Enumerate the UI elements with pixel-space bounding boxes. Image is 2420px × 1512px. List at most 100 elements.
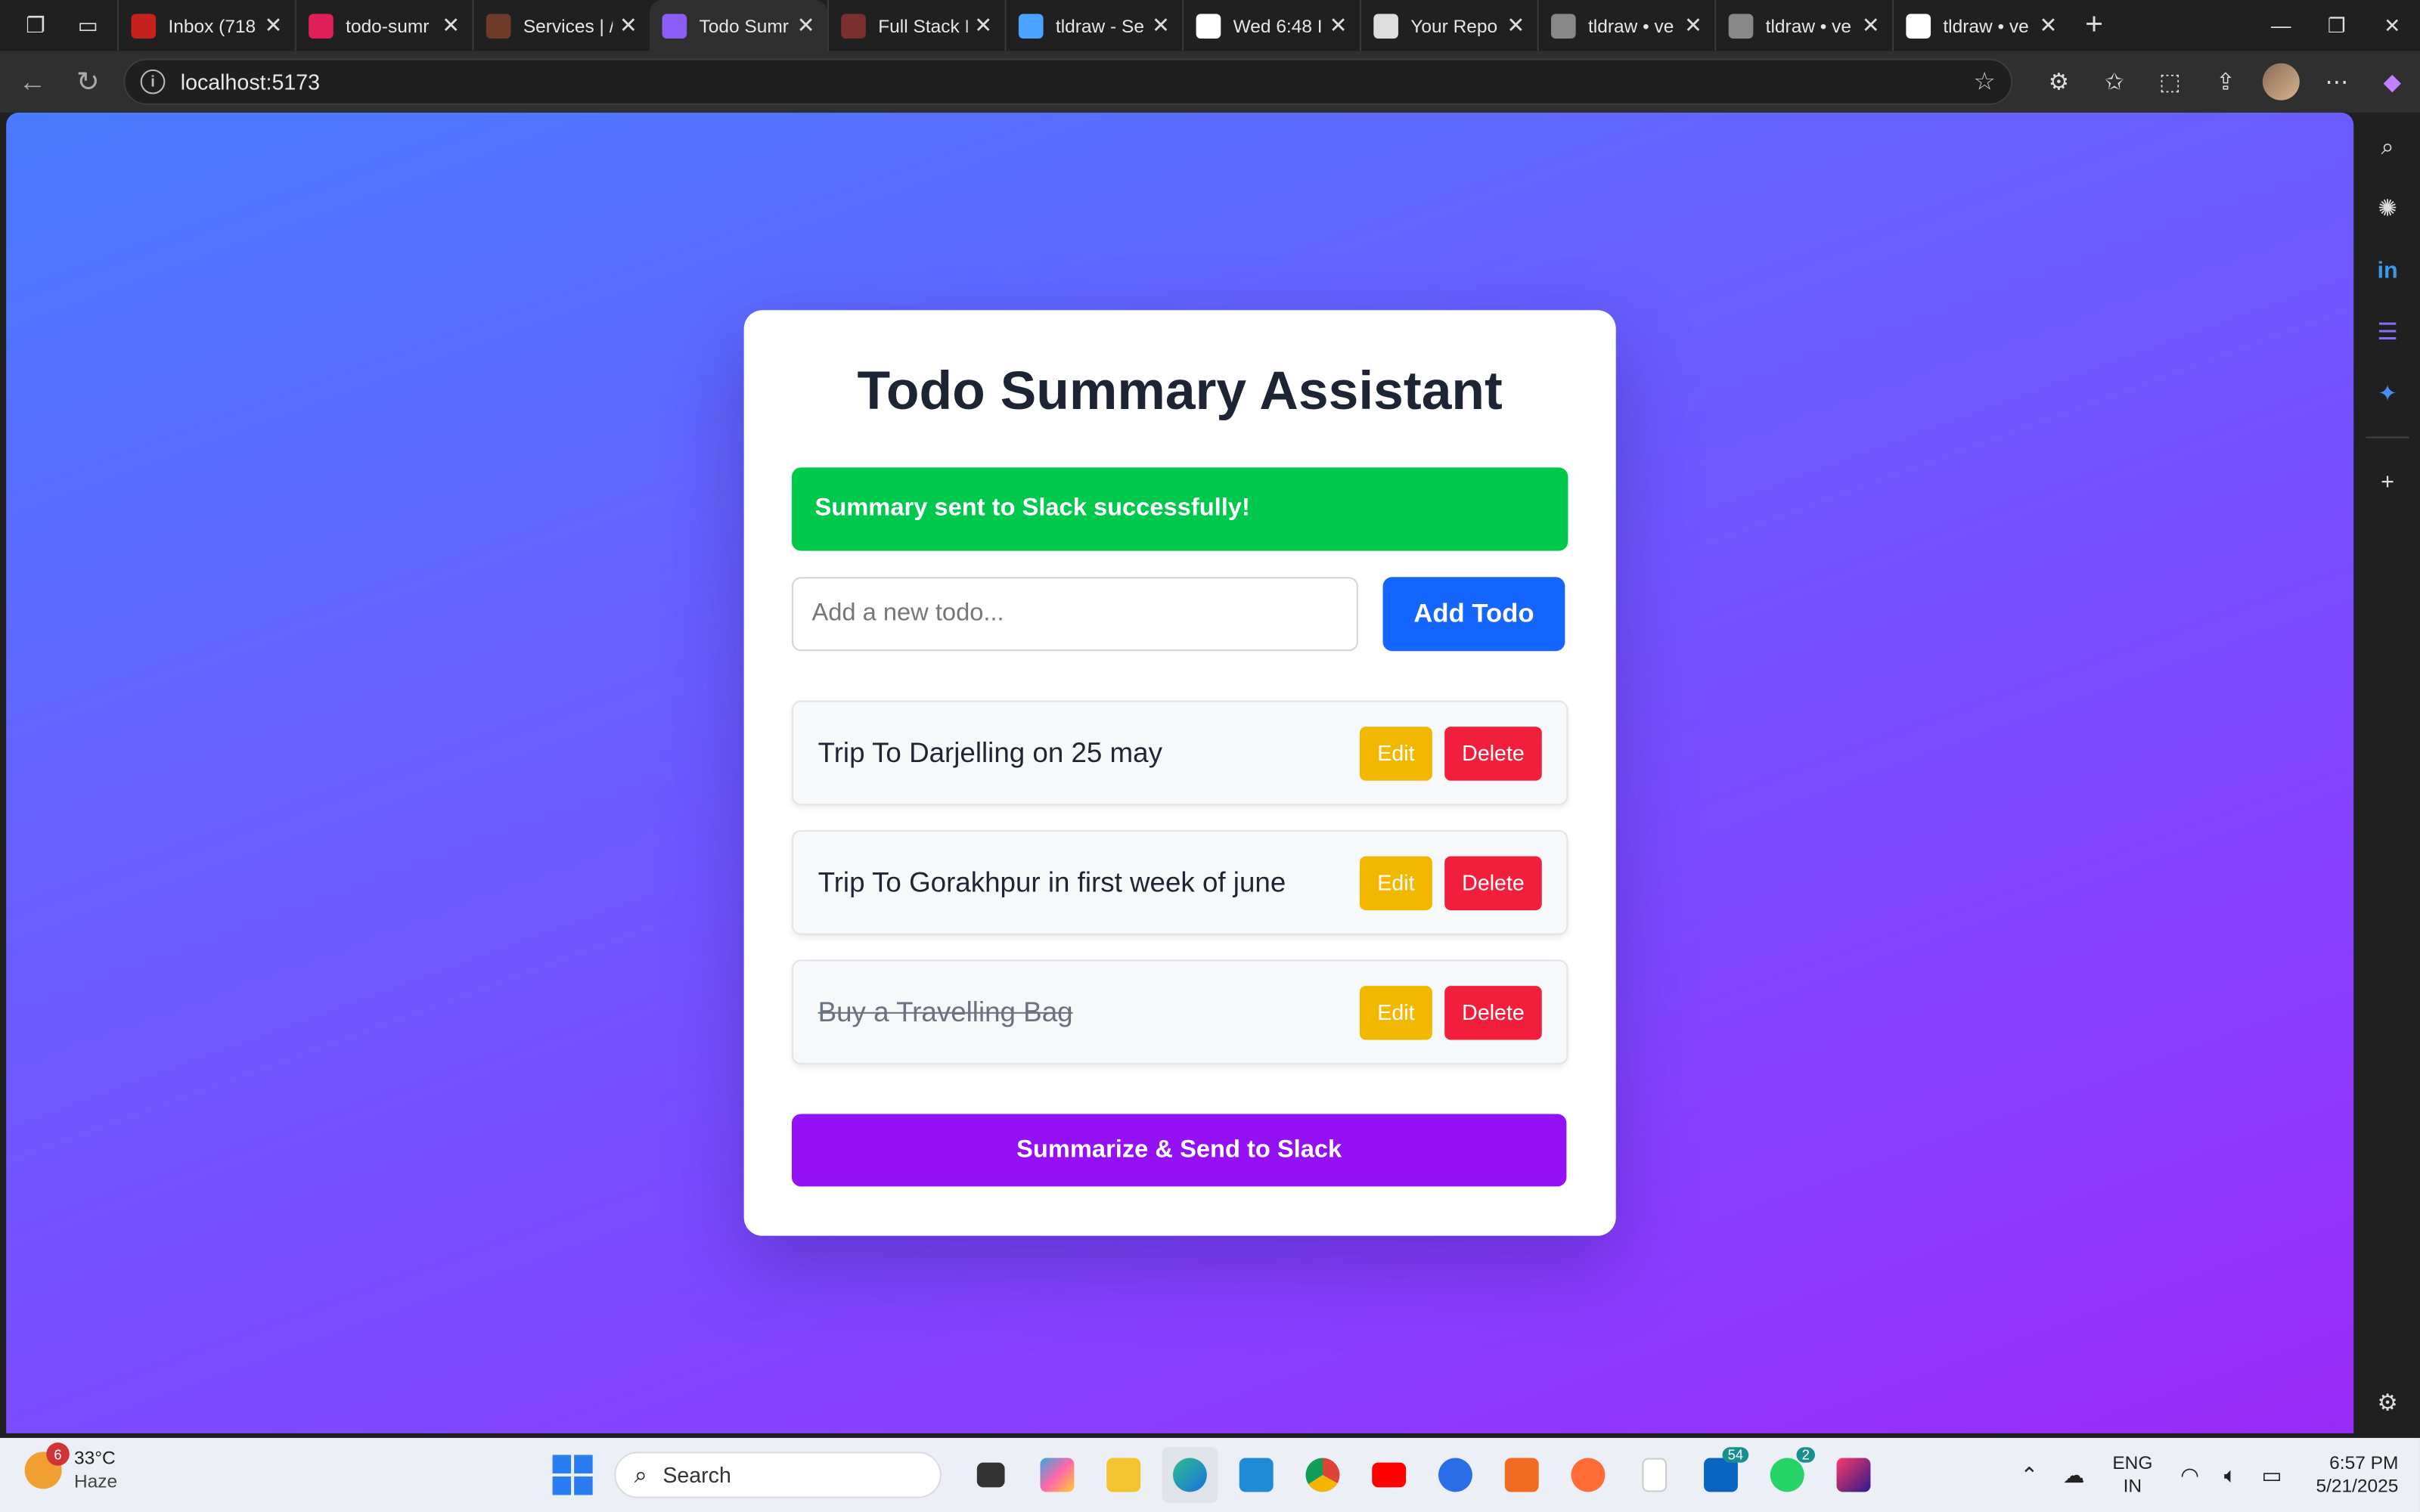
browser-tab[interactable]: Full Stack I ✕ bbox=[827, 0, 1005, 51]
todo-item: Trip To Darjelling on 25 may Edit Delete bbox=[791, 700, 1568, 806]
copilot-app-icon[interactable] bbox=[1028, 1447, 1084, 1502]
whatsapp-icon[interactable]: 2 bbox=[1758, 1447, 1814, 1502]
tab-close-icon[interactable]: ✕ bbox=[2039, 12, 2057, 39]
browser-tab[interactable]: Inbox (718 ✕ bbox=[117, 0, 295, 51]
browser-tab[interactable]: todo-sumr ✕ bbox=[294, 0, 473, 51]
language-indicator[interactable]: ENG IN bbox=[2112, 1452, 2152, 1498]
tab-close-icon[interactable]: ✕ bbox=[974, 12, 992, 39]
copilot-spark-icon[interactable]: ✦ bbox=[2355, 363, 2420, 425]
todo-text[interactable]: Trip To Gorakhpur in first week of june bbox=[818, 866, 1360, 899]
browser-tab[interactable]: tldraw - Se ✕ bbox=[1004, 0, 1183, 51]
browser-tab[interactable]: tldraw • ve ✕ bbox=[1537, 0, 1715, 51]
refresh-icon[interactable]: ↻ bbox=[65, 59, 111, 105]
postman-icon[interactable] bbox=[1559, 1447, 1615, 1502]
summarize-send-button[interactable]: Summarize & Send to Slack bbox=[791, 1114, 1567, 1187]
browser-tab[interactable]: Wed 6:48 I ✕ bbox=[1182, 0, 1360, 51]
weather-text: 33°C Haze bbox=[74, 1447, 117, 1493]
tab-close-icon[interactable]: ✕ bbox=[619, 12, 638, 39]
browser-tab[interactable]: tldraw • ve ✕ bbox=[1714, 0, 1892, 51]
delete-todo-button[interactable]: Delete bbox=[1444, 726, 1542, 780]
add-sidebar-app-icon[interactable]: + bbox=[2355, 451, 2420, 513]
address-bar[interactable]: i localhost:5173 ☆ bbox=[123, 58, 2013, 105]
todo-text[interactable]: Trip To Darjelling on 25 may bbox=[818, 736, 1360, 769]
postman-shape bbox=[1570, 1458, 1605, 1492]
tab-title: Wed 6:48 I bbox=[1233, 14, 1323, 36]
add-todo-button[interactable]: Add Todo bbox=[1382, 577, 1565, 652]
chevron-up-icon[interactable]: ⌃ bbox=[2020, 1462, 2038, 1489]
tab-title: Services | / bbox=[523, 14, 613, 36]
browser-tab[interactable]: Todo Sumr ✕ bbox=[650, 0, 827, 51]
site-info-icon[interactable]: i bbox=[140, 69, 166, 94]
clock[interactable]: 6:57 PM 5/21/2025 bbox=[2316, 1452, 2398, 1498]
browser-tab[interactable]: Services | / ✕ bbox=[472, 0, 650, 51]
back-icon[interactable]: ← bbox=[9, 59, 55, 105]
file-explorer-icon[interactable] bbox=[1095, 1447, 1150, 1502]
chatgpt-icon[interactable]: ✺ bbox=[2355, 178, 2420, 240]
taskbar-search[interactable]: ⌕ Search bbox=[614, 1452, 942, 1498]
chrome-icon[interactable] bbox=[1294, 1447, 1349, 1502]
edit-todo-button[interactable]: Edit bbox=[1359, 985, 1432, 1040]
todo-card: Todo Summary Assistant Summary sent to S… bbox=[743, 310, 1616, 1236]
youtube-icon[interactable] bbox=[1360, 1447, 1416, 1502]
tab-close-icon[interactable]: ✕ bbox=[1506, 12, 1525, 39]
xampp-icon[interactable] bbox=[1493, 1447, 1548, 1502]
tab-close-icon[interactable]: ✕ bbox=[1152, 12, 1170, 39]
tab-close-icon[interactable]: ✕ bbox=[442, 12, 460, 39]
delete-todo-button[interactable]: Delete bbox=[1444, 985, 1542, 1040]
profile-avatar[interactable] bbox=[2254, 59, 2309, 105]
edit-todo-button[interactable]: Edit bbox=[1359, 855, 1432, 910]
tab-close-icon[interactable]: ✕ bbox=[797, 12, 815, 39]
new-tab-button[interactable]: + bbox=[2085, 8, 2103, 43]
browser-tab[interactable]: Your Repo ✕ bbox=[1359, 0, 1537, 51]
outlook-icon[interactable]: 54 bbox=[1692, 1447, 1748, 1502]
tasks-icon[interactable]: ☰ bbox=[2355, 301, 2420, 363]
workspaces-icon[interactable]: ❐ bbox=[18, 8, 52, 42]
tab-title: Todo Sumr bbox=[699, 14, 789, 36]
delete-todo-button[interactable]: Delete bbox=[1444, 855, 1542, 910]
start-icon[interactable] bbox=[552, 1455, 593, 1495]
start-pane bbox=[574, 1455, 593, 1473]
edge-sidebar: ⌕ ✺ in ☰ ✦ + ⚙ bbox=[2355, 112, 2420, 1433]
onedrive-icon[interactable]: ☁ bbox=[2063, 1462, 2085, 1489]
tab-title: Inbox (718 bbox=[168, 14, 256, 36]
favorite-star-icon[interactable]: ☆ bbox=[1973, 67, 1995, 98]
tab-actions-icon[interactable]: ▭ bbox=[71, 8, 105, 42]
weather-badge: 6 bbox=[46, 1442, 70, 1466]
intellij-icon[interactable] bbox=[1825, 1447, 1880, 1502]
tab-close-icon[interactable]: ✕ bbox=[265, 12, 283, 39]
sidebar-settings-icon[interactable]: ⚙ bbox=[2355, 1371, 2420, 1433]
weather-widget[interactable]: 6 33°C Haze bbox=[24, 1442, 117, 1493]
chrome-shape bbox=[1305, 1458, 1339, 1492]
restore-icon[interactable]: ❐ bbox=[2309, 0, 2364, 51]
minimize-icon[interactable]: — bbox=[2254, 0, 2309, 51]
search-icon[interactable]: ⌕ bbox=[2355, 116, 2420, 178]
screenshot-icon[interactable]: ⬚ bbox=[2142, 59, 2198, 105]
volume-icon[interactable]: 🔈︎ bbox=[2224, 1462, 2237, 1489]
extensions-icon[interactable]: ⚙ bbox=[2031, 59, 2086, 105]
weather-desc: Haze bbox=[73, 1470, 118, 1492]
new-todo-input[interactable] bbox=[791, 577, 1358, 652]
vscode-icon[interactable] bbox=[1227, 1447, 1283, 1502]
avatar[interactable] bbox=[2262, 63, 2300, 101]
tab-close-icon[interactable]: ✕ bbox=[1329, 12, 1348, 39]
wifi-icon[interactable]: ◠ bbox=[2180, 1462, 2199, 1489]
edit-todo-button[interactable]: Edit bbox=[1359, 726, 1432, 780]
share-icon[interactable]: ⇪ bbox=[2198, 59, 2253, 105]
translate-shape bbox=[1438, 1458, 1472, 1492]
favorites-icon[interactable]: ✩ bbox=[2086, 59, 2142, 105]
linkedin-icon[interactable]: in bbox=[2355, 239, 2420, 301]
tab-close-icon[interactable]: ✕ bbox=[1862, 12, 1880, 39]
more-menu-icon[interactable]: ⋯ bbox=[2309, 59, 2364, 105]
tab-favicon-icon bbox=[309, 13, 334, 38]
edge-icon[interactable] bbox=[1161, 1447, 1218, 1503]
task-view-icon[interactable] bbox=[962, 1447, 1017, 1502]
todo-text[interactable]: Buy a Travelling Bag bbox=[818, 996, 1360, 1028]
close-window-icon[interactable]: ✕ bbox=[2365, 0, 2420, 51]
tab-close-icon[interactable]: ✕ bbox=[1684, 12, 1702, 39]
browser-tab[interactable]: tldraw • ve ✕ bbox=[1892, 0, 2070, 51]
tab-favicon-icon bbox=[1728, 13, 1754, 38]
battery-icon[interactable]: ▭ bbox=[2262, 1462, 2282, 1489]
copilot-icon[interactable]: ◆ bbox=[2365, 59, 2420, 105]
blank-file-icon[interactable] bbox=[1626, 1447, 1681, 1502]
translate-icon[interactable] bbox=[1427, 1447, 1482, 1502]
